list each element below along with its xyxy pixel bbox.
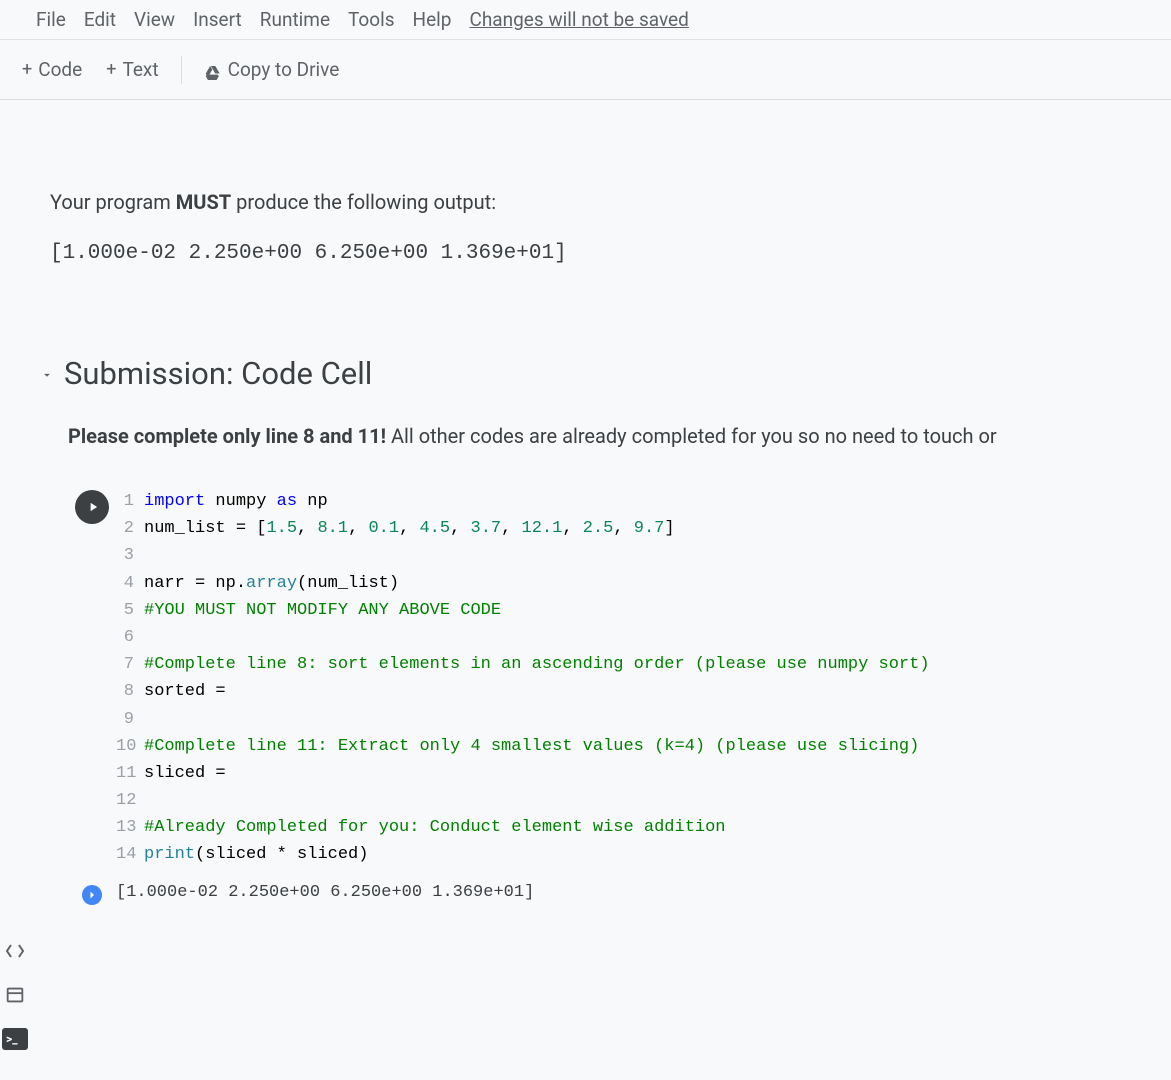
line-number: 2 (116, 515, 144, 542)
code-line[interactable]: 13#Already Completed for you: Conduct el… (116, 814, 1131, 841)
code-content[interactable]: sorted = (144, 678, 226, 705)
code-line[interactable]: 6 (116, 624, 1131, 651)
code-line[interactable]: 11sliced = (116, 760, 1131, 787)
code-content[interactable]: import numpy as np (144, 488, 328, 515)
code-content[interactable]: sliced = (144, 760, 226, 787)
line-number: 12 (116, 787, 144, 814)
code-content[interactable]: num_list = [1.5, 8.1, 0.1, 4.5, 3.7, 12.… (144, 515, 675, 542)
code-cell[interactable]: 1import numpy as np2num_list = [1.5, 8.1… (68, 488, 1131, 869)
line-number: 5 (116, 597, 144, 624)
menu-tools[interactable]: Tools (348, 8, 395, 31)
menu-view[interactable]: View (134, 8, 175, 31)
run-button[interactable] (75, 490, 109, 524)
code-line[interactable]: 10#Complete line 11: Extract only 4 smal… (116, 733, 1131, 760)
collapse-arrow-icon[interactable] (40, 367, 54, 381)
run-button-column (68, 488, 116, 524)
terminal-icon[interactable]: >_ (2, 1026, 28, 1052)
output-intro-text: Your program MUST produce the following … (50, 190, 1131, 214)
add-code-button[interactable]: + Code (10, 54, 94, 85)
instruction-text: Please complete only line 8 and 11! All … (68, 424, 1131, 448)
menu-runtime[interactable]: Runtime (260, 8, 330, 31)
notebook-content: Your program MUST produce the following … (0, 190, 1171, 905)
output-status-icon[interactable] (82, 885, 102, 905)
code-content[interactable]: #Complete line 11: Extract only 4 smalle… (144, 733, 919, 760)
line-number: 4 (116, 570, 144, 597)
output-text: [1.000e-02 2.250e+00 6.250e+00 1.369e+01… (116, 883, 534, 902)
variables-icon[interactable] (2, 938, 28, 964)
line-number: 6 (116, 624, 144, 651)
code-content[interactable]: #YOU MUST NOT MODIFY ANY ABOVE CODE (144, 597, 501, 624)
line-number: 14 (116, 841, 144, 868)
section-header: Submission: Code Cell (40, 355, 1131, 392)
plus-icon: + (106, 61, 116, 79)
code-line[interactable]: 12 (116, 787, 1131, 814)
output-arrow-icon (86, 889, 98, 901)
line-number: 11 (116, 760, 144, 787)
line-number: 13 (116, 814, 144, 841)
toolbar-divider (181, 56, 182, 84)
code-line[interactable]: 1import numpy as np (116, 488, 1131, 515)
code-line[interactable]: 8sorted = (116, 678, 1131, 705)
section-title: Submission: Code Cell (64, 355, 372, 392)
line-number: 10 (116, 733, 144, 760)
line-number: 1 (116, 488, 144, 515)
changes-not-saved-link[interactable]: Changes will not be saved (469, 8, 688, 31)
code-line[interactable]: 5#YOU MUST NOT MODIFY ANY ABOVE CODE (116, 597, 1131, 624)
text-cell-intro: Your program MUST produce the following … (50, 190, 1131, 265)
code-line[interactable]: 4narr = np.array(num_list) (116, 570, 1131, 597)
plus-icon: + (22, 61, 32, 79)
code-line[interactable]: 2num_list = [1.5, 8.1, 0.1, 4.5, 3.7, 12… (116, 515, 1131, 542)
menu-edit[interactable]: Edit (84, 8, 116, 31)
menu-insert[interactable]: Insert (193, 8, 242, 31)
add-text-label: Text (122, 58, 158, 81)
copy-to-drive-label: Copy to Drive (228, 58, 340, 81)
code-line[interactable]: 3 (116, 542, 1131, 569)
code-content[interactable]: #Complete line 8: sort elements in an as… (144, 651, 930, 678)
files-icon[interactable] (2, 982, 28, 1008)
left-side-panel: >_ (2, 938, 28, 1052)
menu-bar: File Edit View Insert Runtime Tools Help… (0, 0, 1171, 40)
code-content[interactable]: print(sliced * sliced) (144, 841, 368, 868)
line-number: 3 (116, 542, 144, 569)
code-content[interactable]: narr = np.array(num_list) (144, 570, 399, 597)
code-line[interactable]: 7#Complete line 8: sort elements in an a… (116, 651, 1131, 678)
expected-output: [1.000e-02 2.250e+00 6.250e+00 1.369e+01… (50, 242, 1131, 265)
output-cell: [1.000e-02 2.250e+00 6.250e+00 1.369e+01… (68, 883, 1131, 905)
line-number: 9 (116, 706, 144, 733)
code-editor[interactable]: 1import numpy as np2num_list = [1.5, 8.1… (116, 488, 1131, 869)
toolbar: + Code + Text Copy to Drive (0, 40, 1171, 100)
code-content[interactable]: #Already Completed for you: Conduct elem… (144, 814, 726, 841)
line-number: 7 (116, 651, 144, 678)
line-number: 8 (116, 678, 144, 705)
code-line[interactable]: 9 (116, 706, 1131, 733)
play-icon (86, 500, 100, 514)
menu-help[interactable]: Help (413, 8, 452, 31)
add-code-label: Code (38, 58, 82, 81)
drive-icon (204, 62, 222, 78)
code-line[interactable]: 14print(sliced * sliced) (116, 841, 1131, 868)
menu-file[interactable]: File (36, 8, 66, 31)
copy-to-drive-button[interactable]: Copy to Drive (192, 54, 352, 85)
add-text-button[interactable]: + Text (94, 54, 170, 85)
